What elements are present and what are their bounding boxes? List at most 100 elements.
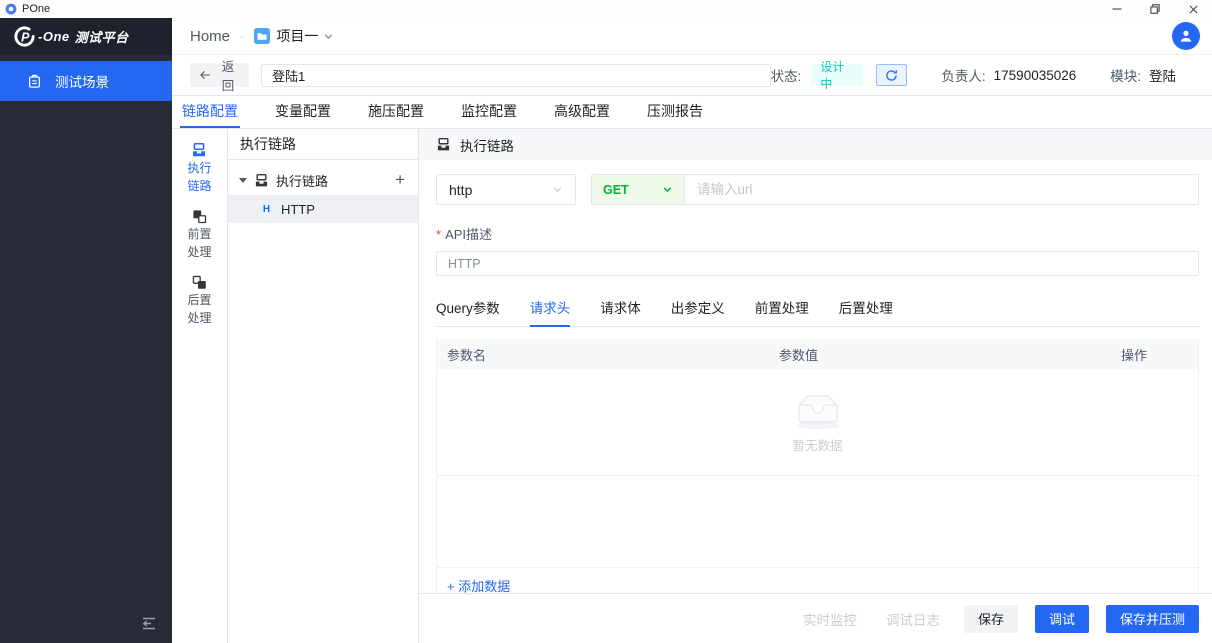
empty-box-icon [787, 390, 849, 430]
tab-link-config[interactable]: 链路配置 [180, 96, 240, 128]
tab-output-params[interactable]: 出参定义 [671, 291, 725, 326]
required-mark: * [436, 227, 442, 242]
logo-brand-text: -One [38, 29, 70, 44]
project-icon [254, 28, 271, 44]
rail-label-line: 链路 [187, 179, 212, 193]
panel-title: 执行链路 [460, 138, 514, 154]
rail-item-post-process[interactable]: 后置 处理 [187, 275, 212, 326]
rail-item-execution-chain[interactable]: 执行 链路 [187, 142, 212, 194]
execution-chain-icon [436, 137, 451, 152]
tree-root-node[interactable]: 执行链路 + [228, 165, 418, 195]
save-and-stress-button[interactable]: 保存并压测 [1105, 604, 1199, 633]
tree-root-label: 执行链路 [276, 173, 329, 189]
tab-advanced-config[interactable]: 高级配置 [554, 96, 610, 128]
action-footer: 实时监控 调试日志 保存 调试 保存并压测 [419, 593, 1212, 643]
status-badge: 设计中 [811, 60, 863, 91]
tab-stress-report[interactable]: 压测报告 [647, 96, 703, 128]
tab-variable-config[interactable]: 变量配置 [275, 96, 331, 128]
post-process-icon [192, 275, 207, 290]
caret-down-icon[interactable] [239, 177, 247, 183]
add-data-button[interactable]: + 添加数据 [447, 576, 510, 593]
debug-button[interactable]: 调试 [1034, 604, 1089, 633]
column-header-actions: 操作 [1121, 347, 1148, 363]
breadcrumb-separator: · [240, 28, 245, 44]
owner-group: 负责人: 17590035026 [941, 65, 1076, 85]
table-header-row: 参数名 参数值 操作 [437, 339, 1198, 369]
svg-text:P: P [21, 30, 30, 44]
menu-fold-icon[interactable] [139, 614, 162, 633]
tree-node-http[interactable]: H HTTP [228, 195, 418, 223]
user-avatar[interactable] [1172, 22, 1200, 50]
api-desc-label: * API描述 [436, 224, 1199, 243]
scenario-name-input[interactable] [260, 63, 771, 87]
status-label: 状态: [770, 69, 802, 84]
chevron-down-icon [552, 184, 563, 195]
close-icon[interactable] [1174, 0, 1212, 18]
api-desc-input[interactable] [436, 251, 1199, 276]
protocol-value: http [449, 181, 473, 198]
tree-panel-title: 执行链路 [228, 129, 418, 160]
debug-log-button[interactable]: 调试日志 [886, 609, 940, 629]
request-form-row: http GET [436, 174, 1199, 205]
add-data-row: + 添加数据 [437, 568, 1198, 593]
tab-pressure-config[interactable]: 施压配置 [368, 96, 424, 128]
rail-item-pre-process[interactable]: 前置 处理 [187, 209, 212, 260]
sidebar: P -One 测试平台 测试场景 [0, 18, 172, 643]
project-selector[interactable]: 项目一 [276, 26, 318, 46]
breadcrumb-home[interactable]: Home [190, 28, 230, 45]
chevron-down-icon[interactable] [323, 31, 334, 42]
back-arrow-icon [200, 70, 211, 80]
scenario-toolbar: 返回 状态: 设计中 负责人: 17590035026 模块: 登陆 [172, 55, 1212, 96]
chain-tree-panel: 执行链路 执行链路 + H HTTP [228, 129, 419, 643]
refresh-status-button[interactable] [875, 64, 908, 86]
tab-query-params[interactable]: Query参数 [436, 291, 500, 326]
protocol-select[interactable]: http [436, 174, 576, 205]
url-input[interactable] [685, 175, 1198, 204]
save-button[interactable]: 保存 [963, 604, 1018, 633]
minimize-icon[interactable] [1098, 0, 1136, 18]
execution-chain-icon [254, 173, 269, 188]
execution-chain-icon [191, 142, 207, 158]
app-logo: P -One 测试平台 [0, 18, 172, 55]
window-title: POne [22, 3, 51, 15]
method-select[interactable]: GET [592, 175, 685, 204]
sidebar-item-test-scenario[interactable]: 测试场景 [0, 61, 172, 101]
back-button[interactable]: 返回 [190, 60, 249, 93]
config-tabs: 链路配置 变量配置 施压配置 监控配置 高级配置 压测报告 [172, 96, 1212, 129]
editor-panel: 执行链路 http GET 请输入url * API描述 HTTP Query参… [419, 129, 1212, 643]
http-badge-icon: H [259, 201, 274, 217]
app-window: POne P -One 测试平台 测试场景 Home · 项目一 返回 登陆1 … [0, 0, 1212, 643]
app-icon [5, 3, 17, 15]
step-rail: 执行 链路 前置 处理 后置 处理 [172, 129, 228, 643]
method-value: GET [603, 182, 629, 197]
logo-p-icon: P [13, 25, 36, 48]
restore-icon[interactable] [1136, 0, 1174, 18]
main-header: Home · 项目一 [172, 18, 1212, 55]
titlebar: POne [0, 0, 1212, 18]
request-tabs: Query参数 请求头 请求体 出参定义 前置处理 后置处理 [436, 291, 1199, 327]
module-group: 模块: 登陆 [1110, 65, 1176, 85]
window-controls [1098, 0, 1212, 18]
rail-label-line: 前置 [187, 227, 212, 241]
add-node-button[interactable]: + [395, 171, 405, 188]
rail-label-line: 执行 [187, 161, 212, 175]
tab-request-body[interactable]: 请求体 [600, 291, 641, 326]
sidebar-item-label: 测试场景 [55, 75, 109, 90]
clipboard-icon [27, 74, 42, 89]
module-value: 登陆 [1149, 69, 1177, 84]
chevron-down-icon [662, 184, 673, 195]
refresh-icon [885, 69, 898, 82]
rail-label-line: 后置 [187, 293, 212, 307]
tab-post-process[interactable]: 后置处理 [839, 291, 893, 326]
panel-header: 执行链路 [419, 129, 1212, 160]
tab-request-headers[interactable]: 请求头 [529, 291, 570, 327]
tab-pre-process[interactable]: 前置处理 [755, 291, 809, 326]
pre-process-icon [192, 209, 207, 224]
back-label: 返回 [221, 60, 235, 93]
main-area: Home · 项目一 返回 登陆1 状态: 设计中 负责人: 175900350… [172, 18, 1212, 643]
api-desc-label-text: API描述 [445, 227, 493, 242]
tab-monitor-config[interactable]: 监控配置 [461, 96, 517, 128]
realtime-monitor-button[interactable]: 实时监控 [803, 609, 857, 629]
table-empty-section [437, 476, 1198, 568]
